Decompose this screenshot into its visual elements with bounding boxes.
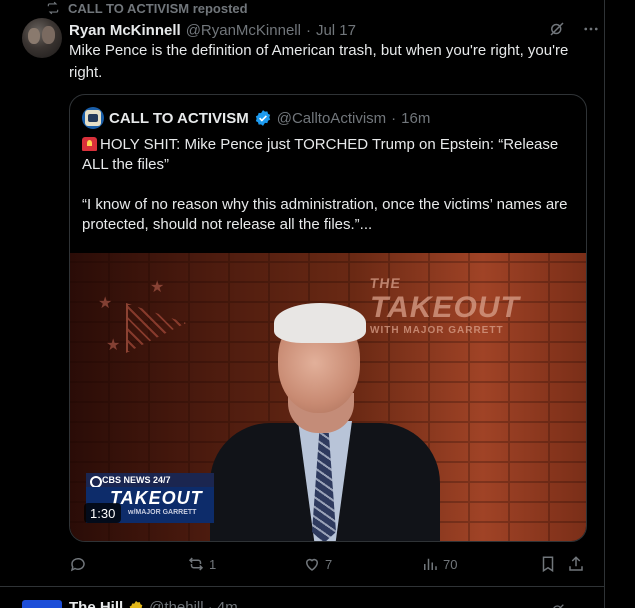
tweet-text: Mike Pence is the definition of American… <box>69 42 569 81</box>
next-author-handle[interactable]: @thehill · 4m <box>149 599 238 608</box>
quoted-tweet-time[interactable]: 16m <box>401 110 430 127</box>
video-duration: 1:30 <box>84 503 122 523</box>
views-chart-icon <box>424 558 437 570</box>
video-subject <box>190 293 440 541</box>
quoted-text-line1: HOLY SHIT: Mike Pence just TORCHED Trump… <box>82 136 559 173</box>
bookmark-icon <box>542 556 554 573</box>
tweet-header: Ryan McKinnell @RyanMcKinnell · Jul 17 <box>69 20 356 40</box>
like-count: 7 <box>325 556 333 572</box>
repost-icon <box>47 1 59 15</box>
tweet-time[interactable]: Jul 17 <box>316 22 356 39</box>
tweet-top-actions <box>548 20 600 38</box>
like-button[interactable]: 7 <box>303 555 332 573</box>
page-scrollbar[interactable] <box>605 0 635 608</box>
verified-badge-icon <box>255 110 270 126</box>
reply-icon <box>70 557 85 572</box>
gold-verified-badge-icon <box>129 600 143 608</box>
share-button[interactable] <box>567 555 585 573</box>
star-decor-icon: ★ <box>98 295 113 312</box>
author-name[interactable]: Ryan McKinnell <box>69 22 181 39</box>
bookmark-button[interactable] <box>539 555 557 573</box>
quoted-author-name[interactable]: CALL TO ACTIVISM <box>109 110 249 127</box>
grok-icon[interactable] <box>550 602 566 608</box>
siren-emoji-icon <box>82 137 97 151</box>
retweet-icon <box>188 557 204 571</box>
repost-button[interactable]: 1 <box>187 555 216 573</box>
next-author-name[interactable]: The Hill <box>69 599 123 608</box>
video-player[interactable]: ★ ★ ★ THE TAKEOUT WITH MAJOR GARRETT CBS… <box>70 253 586 541</box>
next-tweet-header: The Hill @thehill · 4m <box>69 599 238 608</box>
tweet-divider <box>0 586 605 587</box>
quoted-author-handle[interactable]: @CalltoActivism <box>277 110 386 127</box>
quoted-separator-dot: · <box>391 109 397 127</box>
show-title: TAKEOUT <box>110 488 203 508</box>
quoted-author-avatar[interactable] <box>82 107 104 129</box>
show-host: w/MAJOR GARRETT <box>128 509 197 516</box>
network-label: CBS NEWS 24/7 <box>86 473 214 488</box>
timeline-feed: CALL TO ACTIVISM reposted Ryan McKinnell… <box>0 0 605 608</box>
heart-icon <box>305 558 319 571</box>
view-count: 70 <box>443 556 458 572</box>
quoted-tweet[interactable]: CALL TO ACTIVISM @CalltoActivism · 16m H… <box>69 94 587 542</box>
separator-dot: · <box>305 21 311 39</box>
quoted-text-line2: “I know of no reason why this administra… <box>82 196 568 233</box>
repost-label: CALL TO ACTIVISM reposted <box>68 0 248 16</box>
star-decor-icon: ★ <box>106 337 121 354</box>
repost-indicator[interactable]: CALL TO ACTIVISM reposted <box>46 0 248 16</box>
quoted-tweet-header: CALL TO ACTIVISM @CalltoActivism · 16m <box>82 107 430 129</box>
share-icon <box>569 556 583 571</box>
repost-count: 1 <box>209 556 217 572</box>
author-handle[interactable]: @RyanMcKinnell <box>186 22 301 39</box>
next-author-avatar[interactable] <box>22 600 62 608</box>
author-avatar[interactable] <box>22 18 62 58</box>
grok-icon[interactable] <box>548 20 566 38</box>
star-decor-icon: ★ <box>150 279 165 296</box>
views-button[interactable]: 70 <box>421 555 457 573</box>
quoted-tweet-text: HOLY SHIT: Mike Pence just TORCHED Trump… <box>82 135 574 255</box>
more-options-icon[interactable] <box>582 20 600 38</box>
reply-button[interactable] <box>69 555 91 573</box>
tweet-actions: 1 7 70 <box>69 555 589 575</box>
